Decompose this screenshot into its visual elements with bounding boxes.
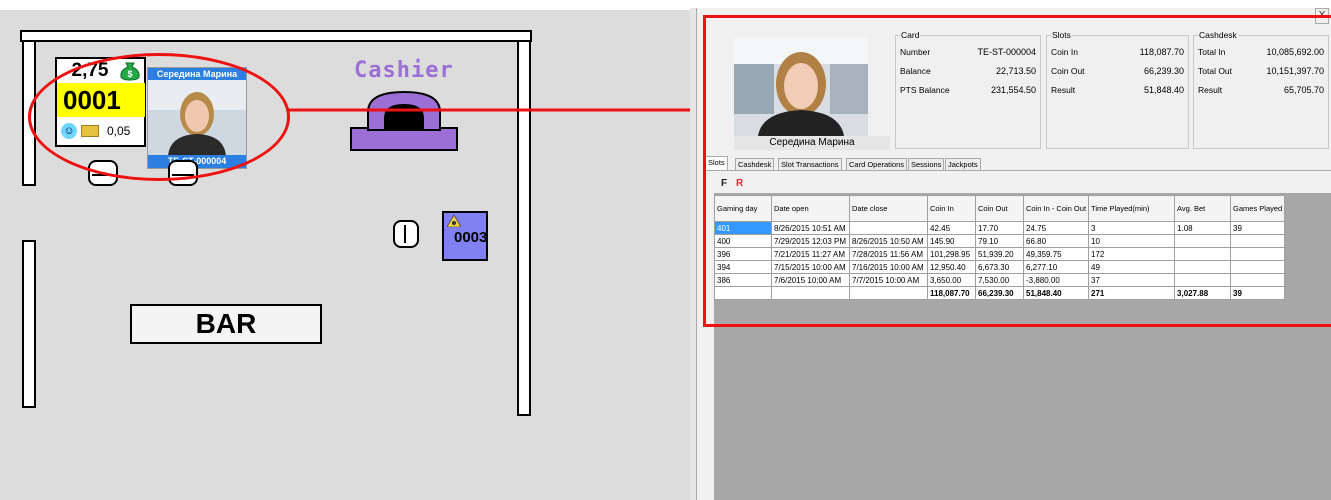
slot-machine-0003[interactable]: 0003 (442, 211, 488, 261)
arrow-icon (288, 101, 710, 119)
left-wall-lower (22, 240, 36, 408)
bar-area: BAR (130, 304, 322, 344)
chair-3 (393, 220, 419, 248)
highlight-frame (703, 15, 1331, 327)
machine-number: 0003 (454, 229, 488, 246)
highlight-ellipse (28, 53, 290, 181)
top-wall (20, 30, 532, 42)
eye-warning-icon (447, 215, 461, 227)
right-wall (517, 40, 531, 416)
cashier-label: Cashier (354, 58, 454, 83)
